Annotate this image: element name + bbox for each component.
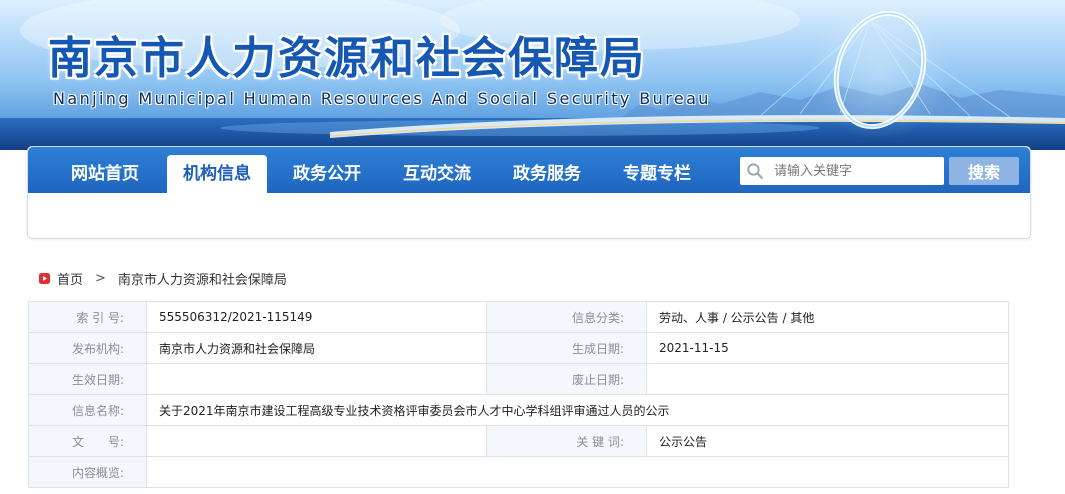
index-number-value: 555506312/2021-115149 [146,301,487,333]
table-row: 索 引 号: 555506312/2021-115149 信息分类: 劳动、人事… [28,301,1009,333]
table-row: 内容概览: [28,456,1009,488]
main-navigation: 网站首页 机构信息 政务公开 互动交流 政务服务 专题专栏 搜索 [27,146,1031,239]
search-box [740,157,944,185]
summary-label: 内容概览: [28,456,147,488]
summary-value [146,456,1009,488]
document-number-label: 文 号: [28,425,147,457]
effective-date-label: 生效日期: [28,363,147,395]
keywords-label: 关 键 词: [486,425,647,457]
nav-item-gov-services[interactable]: 政务服务 [496,155,598,193]
site-title-cn: 南京市人力资源和社会保障局 [48,33,646,84]
keywords-value: 公示公告 [646,425,1009,457]
nav-item-gov-affairs[interactable]: 政务公开 [276,155,378,193]
search-input[interactable] [774,157,940,185]
breadcrumb-home-link[interactable]: 首页 [57,269,83,288]
created-date-label: 生成日期: [486,332,647,364]
effective-date-value [146,363,487,395]
nav-item-home[interactable]: 网站首页 [54,155,156,193]
nav-item-org-info[interactable]: 机构信息 [167,155,267,193]
publisher-value: 南京市人力资源和社会保障局 [146,332,487,364]
breadcrumb-current-link[interactable]: 南京市人力资源和社会保障局 [118,269,287,288]
table-row: 发布机构: 南京市人力资源和社会保障局 生成日期: 2021-11-15 [28,332,1009,364]
site-banner: 南京市人力资源和社会保障局 Nanjing Municipal Human Re… [0,0,1065,150]
index-number-label: 索 引 号: [28,301,147,333]
search-icon [747,163,763,179]
document-number-value [146,425,487,457]
table-row: 文 号: 关 键 词: 公示公告 [28,425,1009,457]
table-row: 信息名称: 关于2021年南京市建设工程高级专业技术资格评审委员会市人才中心学科… [28,394,1009,426]
home-icon [39,272,50,284]
expired-date-value [646,363,1009,395]
info-name-value: 关于2021年南京市建设工程高级专业技术资格评审委员会市人才中心学科组评审通过人… [146,394,1009,426]
nav-item-interaction[interactable]: 互动交流 [386,155,488,193]
nav-bar: 网站首页 机构信息 政务公开 互动交流 政务服务 专题专栏 搜索 [28,147,1030,193]
expired-date-label: 废止日期: [486,363,647,395]
breadcrumb: 首页 > 南京市人力资源和社会保障局 [39,269,287,288]
created-date-value: 2021-11-15 [646,332,1009,364]
nav-item-special-topics[interactable]: 专题专栏 [606,155,708,193]
info-name-label: 信息名称: [28,394,147,426]
breadcrumb-separator: > [95,270,106,286]
table-row: 生效日期: 废止日期: [28,363,1009,395]
publisher-label: 发布机构: [28,332,147,364]
site-title-en: Nanjing Municipal Human Resources And So… [53,89,711,108]
category-value: 劳动、人事 / 公示公告 / 其他 [646,301,1009,333]
info-metadata-table: 索 引 号: 555506312/2021-115149 信息分类: 劳动、人事… [28,301,1009,488]
search-button[interactable]: 搜索 [949,157,1019,185]
category-label: 信息分类: [486,301,647,333]
